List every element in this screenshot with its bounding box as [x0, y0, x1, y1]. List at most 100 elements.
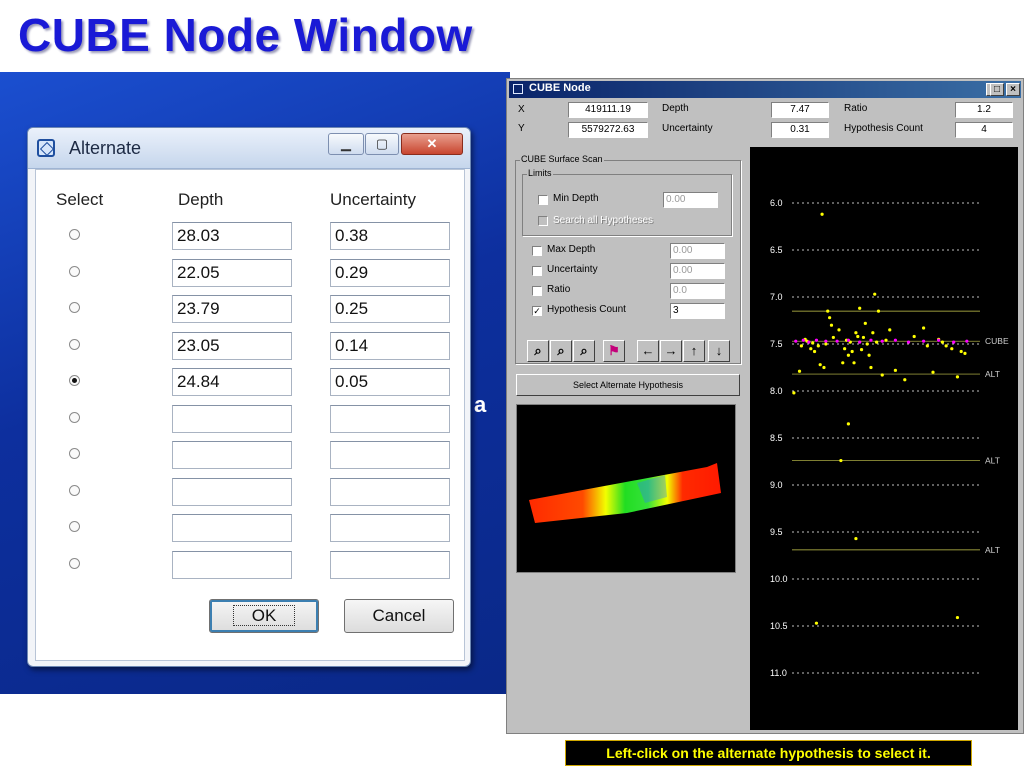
sounding-point: [858, 306, 862, 310]
sounding-point: [824, 342, 828, 346]
sounding-point: [812, 349, 817, 354]
arrow-left-icon: ←: [641, 343, 655, 358]
select-alternate-hypothesis-button[interactable]: Select Alternate Hypothesis: [516, 374, 740, 396]
surface-map-preview[interactable]: [516, 404, 736, 573]
close-button[interactable]: ✕: [401, 133, 463, 155]
depth-field[interactable]: [172, 514, 292, 542]
max-depth-input[interactable]: 0.00: [670, 243, 725, 259]
depth-field[interactable]: [172, 441, 292, 469]
select-radio[interactable]: [69, 448, 80, 459]
move-down-button[interactable]: ↓: [708, 340, 730, 362]
select-radio[interactable]: [69, 265, 80, 277]
hypothesis-count-checkbox[interactable]: ✓: [532, 306, 542, 316]
close-icon: ×: [1010, 84, 1016, 95]
sounding-point: [880, 373, 884, 377]
max-depth-checkbox[interactable]: [532, 246, 542, 256]
sounding-point: [846, 422, 850, 426]
sounding-point: [831, 335, 835, 340]
select-radio[interactable]: [69, 302, 80, 313]
cube-maximize-button[interactable]: □: [990, 83, 1004, 96]
search-button[interactable]: ⌕: [527, 340, 549, 362]
depth-field[interactable]: [172, 550, 292, 579]
sounding-point: [859, 348, 864, 352]
sounding-point: [850, 349, 854, 354]
uncertainty-field[interactable]: 0.29: [330, 258, 450, 287]
cancel-button[interactable]: Cancel: [344, 599, 454, 633]
depth-field[interactable]: 23.79: [172, 295, 292, 323]
sounding-point: [867, 353, 871, 357]
select-radio[interactable]: [69, 521, 80, 532]
ratio-checkbox[interactable]: [532, 286, 542, 296]
uncertainty-input[interactable]: 0.00: [670, 263, 725, 279]
search-prev-button[interactable]: ⌕: [573, 340, 595, 362]
selected-sounding-point: [922, 339, 926, 343]
uncertainty-field[interactable]: [330, 441, 450, 469]
uncertainty-filter-label: Uncertainty: [547, 264, 598, 275]
search-all-checkbox[interactable]: [538, 216, 548, 226]
depth-field[interactable]: 22.05: [172, 258, 292, 287]
minimize-button[interactable]: ▁: [328, 133, 364, 155]
move-up-button[interactable]: ↑: [683, 340, 705, 362]
move-left-button[interactable]: ←: [637, 340, 659, 362]
depth-field[interactable]: [172, 404, 292, 433]
sounding-point: [839, 458, 843, 463]
uncertainty-field[interactable]: 0.25: [330, 295, 450, 323]
selected-sounding-point: [801, 338, 805, 342]
min-depth-input[interactable]: 0.00: [663, 192, 718, 208]
ok-button[interactable]: OK: [209, 599, 319, 633]
uncertainty-field[interactable]: [330, 404, 450, 433]
scan-tool-icon: ⚑: [608, 343, 620, 358]
select-column-header: Select: [56, 190, 104, 209]
hypothesis-count-input[interactable]: 3: [670, 303, 725, 319]
sounding-point: [944, 344, 948, 348]
uncertainty-field[interactable]: 0.05: [330, 368, 450, 396]
sounding-point: [818, 363, 822, 367]
sounding-point: [822, 365, 826, 370]
selected-sounding-point: [824, 339, 828, 343]
alternate-title: Alternate: [69, 138, 142, 158]
move-right-button[interactable]: →: [660, 340, 682, 362]
maximize-button[interactable]: ▢: [365, 133, 399, 155]
select-radio[interactable]: [69, 338, 80, 350]
alternate-titlebar[interactable]: Alternate ▁ ▢ ✕: [28, 128, 470, 169]
sounding-point: [846, 353, 850, 357]
depth-field[interactable]: 28.03: [172, 222, 292, 250]
y-tick-label: 7.0: [770, 292, 783, 302]
sounding-point: [955, 615, 960, 620]
select-radio[interactable]: [69, 411, 80, 423]
binoculars-icon: ⌕: [534, 343, 542, 358]
hypothesis-label: ALT: [985, 545, 1000, 555]
selected-sounding-point: [952, 340, 956, 344]
maximize-icon: ▢: [375, 136, 389, 151]
ratio-input[interactable]: 0.0: [670, 283, 725, 299]
select-radio[interactable]: [69, 484, 80, 496]
sounding-point: [852, 361, 856, 365]
uncertainty-field[interactable]: [330, 514, 450, 542]
select-radio[interactable]: [69, 229, 80, 240]
select-radio[interactable]: [69, 557, 80, 569]
depth-field[interactable]: 24.84: [172, 368, 292, 396]
uncertainty-field[interactable]: 0.14: [330, 331, 450, 360]
min-depth-checkbox[interactable]: [538, 195, 548, 205]
uncertainty-field[interactable]: [330, 477, 450, 506]
search-next-button[interactable]: ⌕: [550, 340, 572, 362]
uncertainty-field[interactable]: 0.38: [330, 222, 450, 250]
uncertainty-checkbox[interactable]: [532, 266, 542, 276]
hypothesis-label: ALT: [985, 369, 1000, 379]
select-radio[interactable]: [69, 375, 80, 386]
depth-field[interactable]: [172, 477, 292, 506]
sounding-point: [792, 391, 796, 395]
sounding-plot[interactable]: 6.0 6.5 7.0 7.5 8.0 8.5 9.0 9.5 10.0 10.5 11.0 CUBE…: [750, 147, 1018, 730]
sounding-point: [876, 309, 881, 313]
scan-button[interactable]: ⚑: [603, 340, 625, 362]
selected-sounding-point: [846, 338, 850, 342]
sounding-point: [925, 344, 929, 348]
sounding-point: [903, 378, 907, 382]
y-tick-label: 6.5: [770, 245, 783, 255]
selected-sounding-point: [794, 339, 798, 343]
cube-close-button[interactable]: ×: [1006, 83, 1020, 96]
cube-node-titlebar[interactable]: CUBE Node _ □ ×: [509, 81, 1021, 98]
depth-field[interactable]: 23.05: [172, 331, 292, 360]
hypothesis-count-label: Hypothesis Count: [844, 123, 923, 134]
uncertainty-field[interactable]: [330, 550, 450, 579]
